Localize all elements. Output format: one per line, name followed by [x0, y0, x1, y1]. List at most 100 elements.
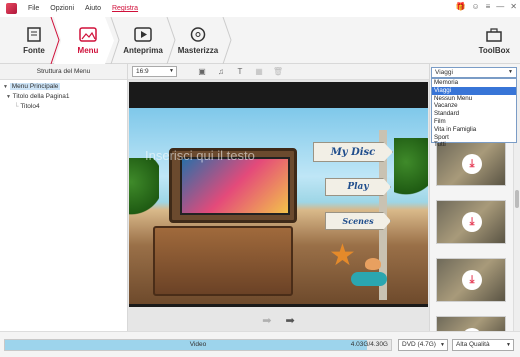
document-icon — [27, 26, 41, 42]
disc-capacity-bar: Video 4.03G/4.30G — [4, 339, 392, 351]
user-icon[interactable]: ☺ — [471, 2, 479, 11]
menu-file[interactable]: File — [28, 5, 39, 12]
template-list: ⤓ ⤓ ⤓ ⤓ — [436, 142, 506, 356]
sign-scenes-label: Scenes — [342, 216, 374, 226]
palm-leaves-left — [129, 158, 159, 218]
play-icon — [134, 26, 152, 42]
menu-options[interactable]: Opzioni — [50, 5, 74, 12]
category-option[interactable]: Memoria — [432, 79, 516, 87]
tab-burn-label: Masterizza — [177, 45, 219, 55]
sunglasses-icon — [351, 272, 387, 286]
toolbox-icon — [486, 27, 503, 42]
category-option[interactable]: Sport — [432, 134, 516, 142]
menu-title-placeholder[interactable]: Inserisci qui il testo — [145, 148, 255, 163]
toolbox-label: ToolBox — [478, 45, 510, 55]
category-option[interactable]: Nessun Menu — [432, 95, 516, 103]
menu-bar: File Opzioni Aiuto Registra 🎁 ☺ ≡ — ✕ — [0, 0, 520, 17]
music-icon[interactable]: ♫ — [216, 67, 226, 77]
scrollbar-thumb[interactable] — [515, 190, 519, 208]
quality-value: Alta Qualità — [456, 341, 490, 348]
tab-separator — [222, 17, 232, 64]
sign-scenes[interactable]: Scenes — [325, 212, 391, 230]
text-icon[interactable]: T — [235, 67, 245, 77]
category-option[interactable]: Viaggi — [432, 86, 516, 95]
tab-menu[interactable]: Menu — [66, 17, 110, 64]
collapse-arrow-icon[interactable]: ▼ — [6, 94, 11, 100]
status-bar: Video 4.03G/4.30G DVD (4.7G) ▼ Alta Qual… — [0, 331, 520, 357]
workflow-tabs: Fonte Menu Anteprima Masterizza ToolBox — [0, 17, 520, 64]
tab-separator — [110, 17, 120, 64]
tree-connector: └ — [14, 103, 19, 110]
toolbox-button[interactable]: ToolBox — [479, 17, 510, 64]
category-select[interactable]: Viaggi ▼ — [431, 67, 517, 78]
preview-area: My Disc Play Scenes ★ Inserisci qui il t… — [128, 80, 429, 331]
background-image-icon[interactable]: ▣ — [197, 67, 207, 77]
sign-my-disc-label: My Disc — [330, 146, 376, 158]
tab-burn[interactable]: Masterizza — [174, 17, 222, 64]
collapse-arrow-icon[interactable]: ▼ — [3, 84, 8, 90]
chevron-down-icon: ▼ — [169, 68, 174, 74]
travel-scene-background: My Disc Play Scenes ★ Inserisci qui il t… — [129, 108, 428, 304]
menu-register[interactable]: Registra — [112, 5, 138, 12]
suitcase-base — [153, 226, 293, 296]
sign-my-disc[interactable]: My Disc — [313, 142, 393, 162]
next-page-icon[interactable]: ➡ — [286, 314, 295, 327]
close-icon[interactable]: ✕ — [510, 2, 517, 11]
category-dropdown-list: Memoria Viaggi Nessun Menu Vacanze Stand… — [431, 78, 517, 148]
aspect-ratio-value: 16:9 — [136, 68, 149, 75]
download-icon[interactable]: ⤓ — [462, 270, 482, 290]
tab-menu-label: Menu — [77, 45, 99, 55]
disc-type-value: DVD (4.7G) — [402, 341, 436, 348]
app-logo-icon — [6, 3, 17, 14]
tree-item-label: Menu Principale — [9, 83, 61, 90]
gift-icon[interactable]: 🎁 — [455, 2, 465, 11]
category-option[interactable]: Vita in Famiglia — [432, 126, 516, 134]
tree-item-label: Titolo4 — [20, 103, 40, 110]
preview-toolbar: 16:9 ▼ ▣ ♫ T ▦ 🗑 — [128, 64, 429, 80]
sign-play-label: Play — [347, 182, 369, 192]
starfish-icon: ★ — [329, 239, 356, 272]
sign-play[interactable]: Play — [325, 178, 391, 196]
shell-icon — [365, 258, 381, 270]
template-thumbnail[interactable]: ⤓ — [436, 258, 506, 302]
category-selected-value: Viaggi — [435, 69, 453, 76]
menu-structure-panel: Struttura del Menu ▼ Menu Principale ▼ T… — [0, 64, 128, 331]
menu-structure-title: Struttura del Menu — [0, 64, 127, 80]
tree-item-main-menu[interactable]: ▼ Menu Principale — [0, 82, 127, 92]
tab-source[interactable]: Fonte — [14, 17, 54, 64]
page-navigation: ➡ ➡ — [128, 309, 429, 331]
tree-item-page-title[interactable]: ▼ Titolo della Pagina1 — [0, 92, 127, 102]
window-controls: 🎁 ☺ ≡ — ✕ — [455, 2, 517, 11]
tab-separator — [50, 17, 60, 64]
video-thumbnail[interactable] — [180, 157, 290, 215]
quality-select[interactable]: Alta Qualità ▼ — [452, 339, 514, 351]
capacity-size: 4.03G/4.30G — [350, 341, 388, 348]
download-icon[interactable]: ⤓ — [462, 212, 482, 232]
tab-preview[interactable]: Anteprima — [120, 17, 166, 64]
aspect-ratio-select[interactable]: 16:9 ▼ — [132, 66, 177, 77]
menu-tree: ▼ Menu Principale ▼ Titolo della Pagina1… — [0, 80, 127, 112]
capacity-label: Video — [189, 341, 207, 348]
previous-page-icon[interactable]: ➡ — [262, 314, 271, 327]
chevron-down-icon: ▼ — [508, 69, 513, 75]
chevron-down-icon: ▼ — [440, 342, 445, 348]
menu-help[interactable]: Aiuto — [85, 5, 101, 12]
category-option[interactable]: Vacanze — [432, 102, 516, 110]
template-thumbnail[interactable]: ⤓ — [436, 200, 506, 244]
tree-item-label: Titolo della Pagina1 — [12, 93, 70, 100]
tab-source-label: Fonte — [23, 45, 45, 55]
disc-type-select[interactable]: DVD (4.7G) ▼ — [398, 339, 448, 351]
tab-preview-label: Anteprima — [123, 45, 163, 55]
tree-item-title4[interactable]: └ Titolo4 — [0, 102, 127, 112]
category-option[interactable]: Tutti — [432, 141, 516, 149]
category-option[interactable]: Film — [432, 118, 516, 126]
delete-icon[interactable]: 🗑 — [273, 67, 283, 77]
download-icon[interactable]: ⤓ — [462, 154, 482, 174]
palm-leaves-right — [394, 138, 428, 198]
frame-icon[interactable]: ▦ — [254, 67, 264, 77]
minimize-icon[interactable]: — — [496, 2, 504, 11]
category-option[interactable]: Standard — [432, 110, 516, 118]
menu-preview[interactable]: My Disc Play Scenes ★ Inserisci qui il t… — [129, 82, 428, 307]
disc-icon — [190, 26, 206, 42]
menu-icon[interactable]: ≡ — [486, 2, 491, 11]
